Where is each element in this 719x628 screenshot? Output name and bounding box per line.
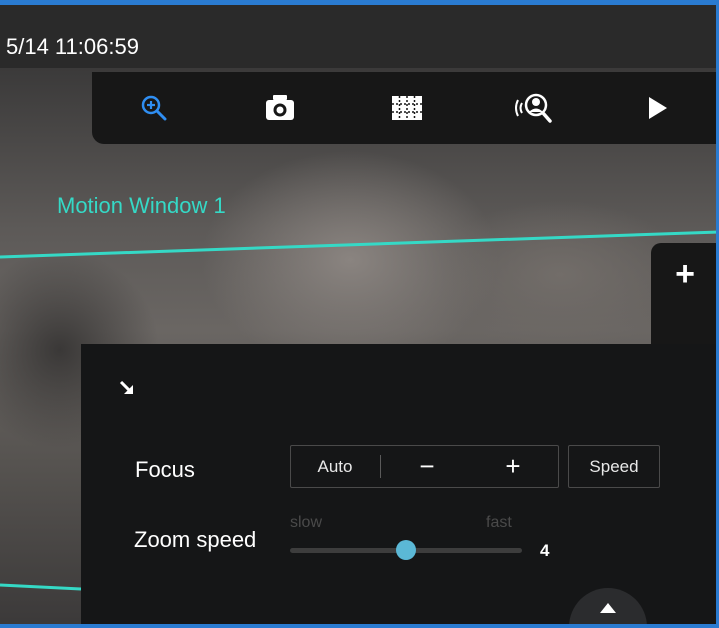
focus-minus-button[interactable]: − bbox=[391, 446, 463, 487]
layout-grid-button[interactable] bbox=[387, 88, 427, 128]
snapshot-button[interactable] bbox=[260, 88, 300, 128]
voice-search-button[interactable] bbox=[512, 88, 552, 128]
focus-button-group: Auto − + bbox=[290, 445, 559, 488]
chevron-up-icon bbox=[600, 603, 616, 613]
play-button[interactable] bbox=[638, 88, 678, 128]
camera-icon bbox=[266, 95, 294, 120]
add-button[interactable]: + bbox=[651, 243, 719, 345]
grid-icon bbox=[392, 96, 422, 120]
video-frame: 5/14 11:06:59 Motion Window 1 + Focus Au… bbox=[0, 0, 719, 628]
motion-window-label: Motion Window 1 bbox=[57, 193, 226, 218]
slider-min-label: slow bbox=[290, 514, 323, 531]
window-border bbox=[0, 624, 719, 628]
window-border bbox=[0, 0, 719, 5]
focus-speed-button[interactable]: Speed bbox=[568, 445, 660, 488]
zoom-speed-slider-thumb[interactable] bbox=[396, 540, 416, 560]
play-icon bbox=[649, 97, 667, 119]
divider bbox=[380, 455, 381, 478]
timestamp: 5/14 11:06:59 bbox=[6, 34, 139, 59]
collapse-arrow-icon[interactable] bbox=[119, 380, 135, 396]
focus-auto-button[interactable]: Auto bbox=[291, 446, 379, 487]
expand-panel-button[interactable] bbox=[569, 588, 647, 628]
focus-plus-button[interactable]: + bbox=[477, 446, 549, 487]
zoom-in-icon bbox=[141, 95, 167, 121]
ptz-control-panel: Focus Auto − + Speed Zoom speed slow fas… bbox=[81, 344, 719, 628]
voice-search-icon bbox=[515, 93, 552, 123]
zoom-in-button[interactable] bbox=[134, 88, 174, 128]
plus-icon: + bbox=[675, 255, 695, 293]
slider-max-label: fast bbox=[486, 514, 512, 531]
zoom-speed-value: 4 bbox=[540, 541, 550, 560]
focus-label: Focus bbox=[135, 457, 195, 482]
zoom-speed-label: Zoom speed bbox=[134, 527, 257, 552]
live-toolbar bbox=[92, 72, 719, 144]
